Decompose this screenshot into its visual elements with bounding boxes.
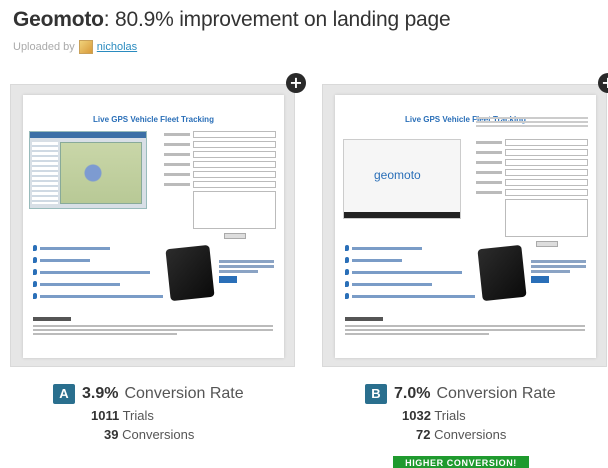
variant-a-conversions: 39 Conversions [104,427,195,442]
map-pin-icon [345,269,349,275]
map-pin-icon [345,281,349,287]
expand-b-icon[interactable]: + [598,73,608,93]
variant-b-conversions: 72 Conversions [416,427,507,442]
variant-a-stats: A 3.9% Conversion Rate 1011 Trials 39 Co… [53,384,244,442]
video-logo: geomoto [374,168,421,182]
map-pin-icon [345,293,349,299]
quote-form [476,139,588,247]
title-subtitle: : 80.9% improvement on landing page [103,8,451,31]
variant-a-screenshot[interactable]: Live GPS Vehicle Fleet Tracking [23,95,284,358]
gps-device-image [165,244,215,302]
variant-b-trials: 1032 Trials [402,408,466,423]
feature-list [345,245,475,305]
page-title: Geomoto: 80.9% improvement on landing pa… [13,8,451,32]
map-pin-icon [33,245,37,251]
variant-a-heading: Live GPS Vehicle Fleet Tracking [93,115,214,124]
variant-b-rate: 7.0% [394,385,431,402]
signup-form [164,131,276,239]
map-pin-icon [33,257,37,263]
quote-description [476,117,588,129]
uploader-link[interactable]: nicholas [97,41,137,53]
map-pin-icon [33,281,37,287]
variants-panel: Live GPS Vehicle Fleet Tracking + Live G… [0,70,608,468]
variant-a-trials: 1011 Trials [91,408,154,423]
map-pin-icon [345,245,349,251]
testimonial-block [33,317,273,337]
variant-b-badge: B [365,384,387,404]
variant-a-rate: 3.9% [82,385,119,402]
map-pin-icon [33,269,37,275]
variant-b-screenshot[interactable]: Live GPS Vehicle Fleet Tracking geomoto [335,95,596,358]
uploaded-by-label: Uploaded by [13,41,75,53]
fleet-map-image [29,131,147,209]
cta-block [219,260,274,283]
winner-badge: HIGHER CONVERSION! [393,456,529,468]
expand-a-icon[interactable]: + [286,73,306,93]
variant-a-rate-label: Conversion Rate [124,385,244,402]
cta-block [531,260,586,283]
variant-b-stats: B 7.0% Conversion Rate 1032 Trials 72 Co… [365,384,556,442]
variant-b-rate-label: Conversion Rate [436,385,556,402]
avatar [78,40,93,54]
map-pin-icon [345,257,349,263]
feature-list [33,245,163,305]
uploader-line: Uploaded by nicholas [13,40,137,54]
variant-a-card[interactable]: Live GPS Vehicle Fleet Tracking + [10,73,306,367]
testimonial-block [345,317,585,337]
map-pin-icon [33,293,37,299]
gps-device-image [477,244,527,302]
video-player: geomoto [343,139,461,219]
variant-b-card[interactable]: Live GPS Vehicle Fleet Tracking geomoto [322,73,608,367]
brand-name: Geomoto [13,8,104,31]
variant-a-badge: A [53,384,75,404]
